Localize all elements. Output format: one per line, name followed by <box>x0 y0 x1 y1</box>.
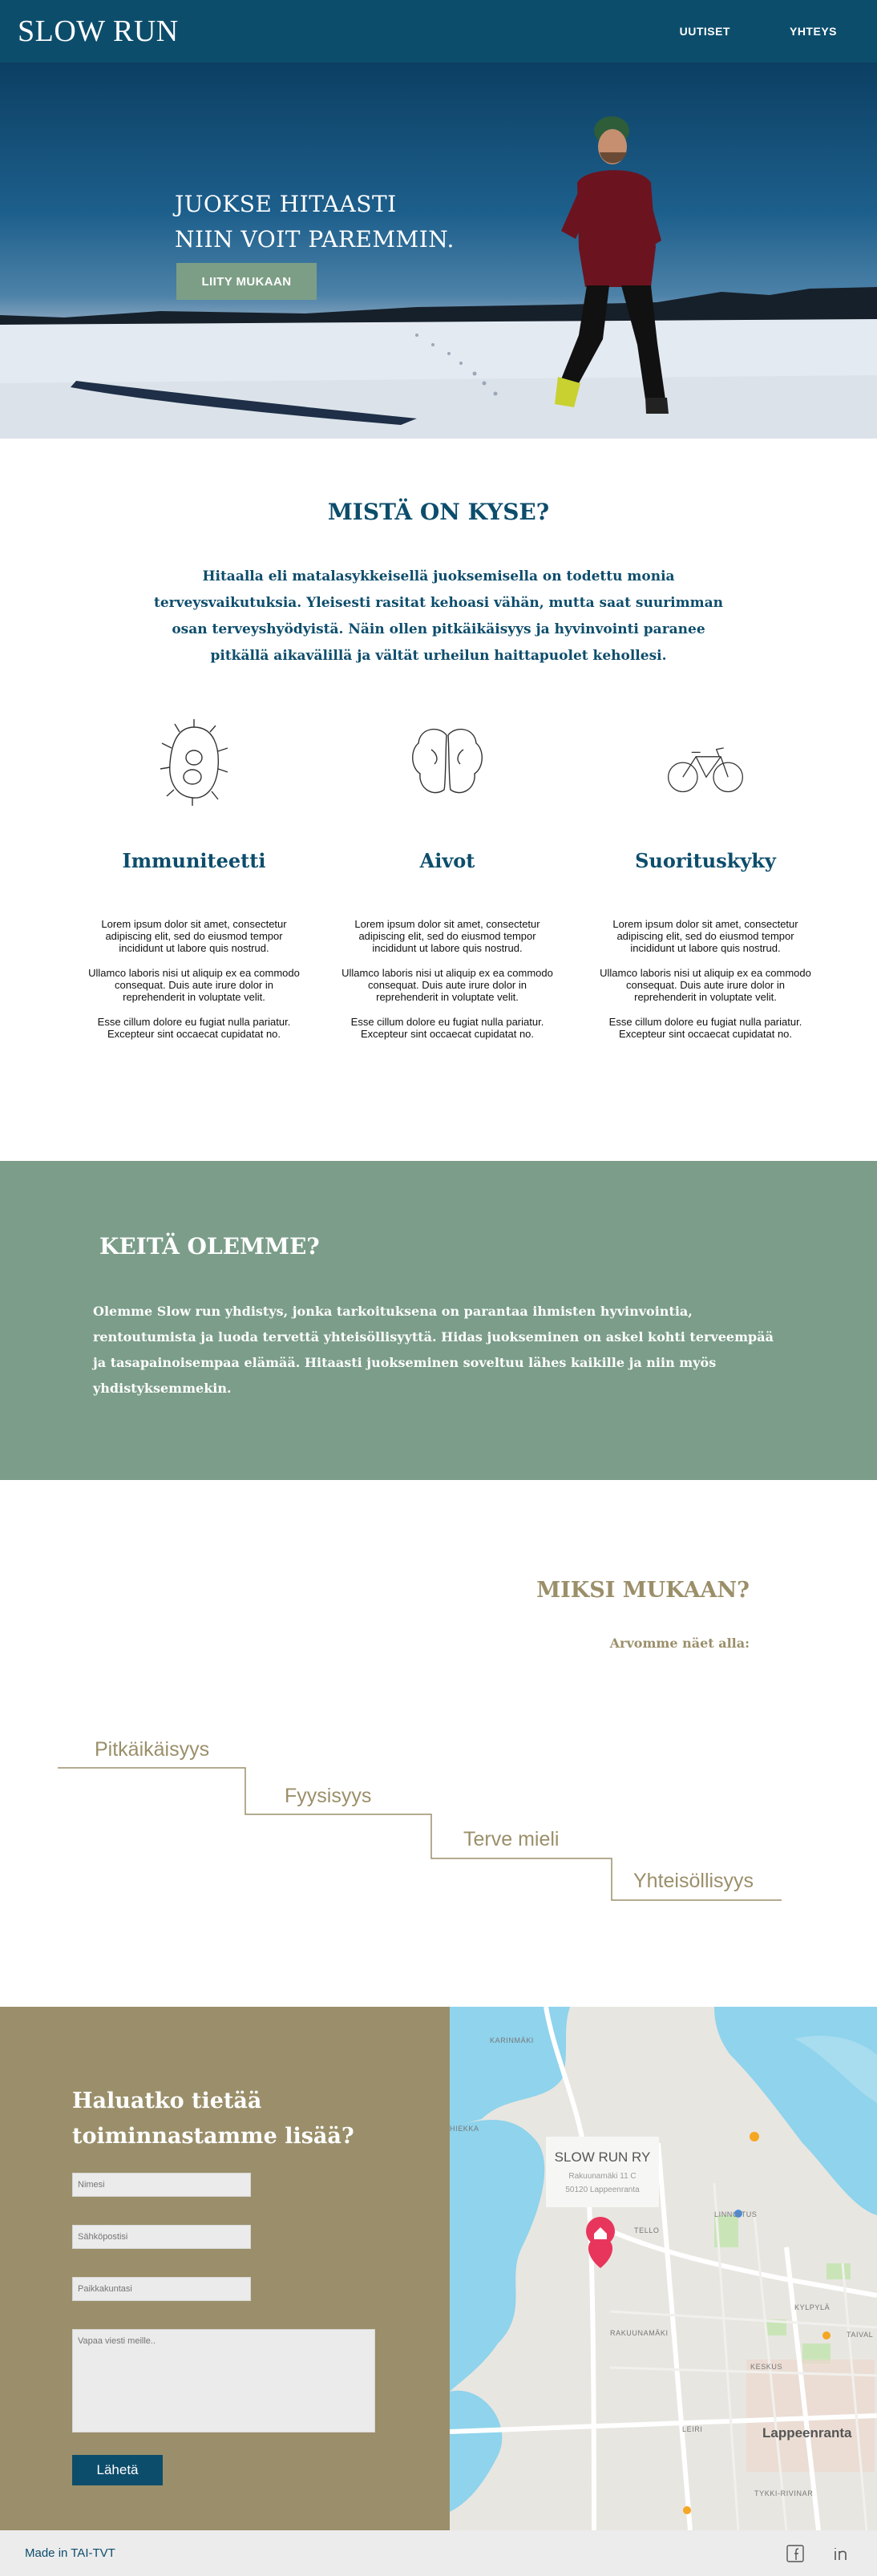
map-label: HIEKKA <box>450 2125 479 2133</box>
name-field[interactable] <box>72 2173 251 2197</box>
feature-paragraph: Esse cillum dolore eu fugiat nulla paria… <box>350 1016 544 1040</box>
join-button[interactable]: LIITY MUKAAN <box>176 263 317 300</box>
who-title: KEITÄ OLEMME? <box>99 1233 320 1260</box>
contact-title: Haluatko tietää toiminnastamme lisää? <box>72 2084 354 2154</box>
feature-title: Aivot <box>419 849 475 872</box>
linkedin-icon[interactable] <box>832 2544 851 2563</box>
email-field[interactable] <box>72 2225 251 2249</box>
bicycle-icon <box>668 747 743 793</box>
feature-paragraph: Lorem ipsum dolor sit amet, consectetur … <box>354 918 540 954</box>
contact-section: Haluatko tietää toiminnastamme lisää? <box>0 2007 450 2530</box>
logo[interactable]: SLOW RUN <box>18 14 179 49</box>
map-label: KYLPYLÄ <box>794 2303 830 2311</box>
feature-text: Lorem ipsum dolor sit amet, consectetur … <box>339 918 556 1053</box>
feature-paragraph: Ullamco laboris nisi ut aliquip ex ea co… <box>600 967 811 1003</box>
map-label: KESKUS <box>750 2363 782 2371</box>
contact-title-line1: Haluatko tietää <box>72 2089 262 2113</box>
why-subtitle: Arvomme näet alla: <box>609 1636 750 1651</box>
hero-title: JUOKSE HITAASTI NIIN VOIT PAREMMIN. <box>175 187 455 257</box>
place-address: Rakuunamäki 11 C <box>568 2172 637 2181</box>
submit-button[interactable]: Lähetä <box>72 2455 163 2485</box>
feature-paragraph: Ullamco laboris nisi ut aliquip ex ea co… <box>342 967 553 1003</box>
map-graphic: KARINMÄKI LINNOITUS RAKUUNAMÄKI KESKUS L… <box>450 2007 877 2530</box>
value-item: Terve mieli <box>463 1828 560 1850</box>
city-label: Lappeenranta <box>762 2425 852 2441</box>
facebook-icon[interactable] <box>786 2544 805 2563</box>
map-label: RAKUUNAMÄKI <box>610 2329 669 2337</box>
feature-title: Suorituskyky <box>635 849 776 872</box>
cell-icon <box>160 719 228 806</box>
place-name: SLOW RUN RY <box>554 2149 651 2165</box>
brain-icon <box>412 728 483 794</box>
map-label: TYKKI-RIVINAR <box>754 2489 813 2497</box>
hero-title-line1: JUOKSE HITAASTI <box>175 191 397 217</box>
main-nav: UUTISET YHTEYS <box>680 25 837 38</box>
site-header: SLOW RUN UUTISET YHTEYS <box>0 0 877 63</box>
map-label: LINNOITUS <box>714 2210 757 2218</box>
feature-paragraph: Lorem ipsum dolor sit amet, consectetur … <box>612 918 798 954</box>
map-label: TAIVAL <box>847 2331 873 2339</box>
value-item: Yhteisöllisyys <box>633 1870 754 1892</box>
feature-title: Immuniteetti <box>122 849 266 872</box>
why-title: MIKSI MUKAAN? <box>536 1578 750 1603</box>
map-label: LEIRI <box>682 2425 703 2433</box>
location-map[interactable]: KARINMÄKI LINNOITUS RAKUUNAMÄKI KESKUS L… <box>450 2007 877 2530</box>
feature-paragraph: Lorem ipsum dolor sit amet, consectetur … <box>101 918 287 954</box>
city-field[interactable] <box>72 2277 251 2301</box>
about-intro: Hitaalla eli matalasykkeisellä juoksemis… <box>154 568 723 664</box>
feature-paragraph: Esse cillum dolore eu fugiat nulla paria… <box>608 1016 802 1040</box>
who-text: Olemme Slow run yhdistys, jonka tarkoitu… <box>93 1304 774 1396</box>
value-item: Pitkäikäisyys <box>95 1738 210 1761</box>
message-field[interactable] <box>72 2329 375 2432</box>
hero-title-line2: NIIN VOIT PAREMMIN. <box>175 226 455 253</box>
feature-text: Lorem ipsum dolor sit amet, consectetur … <box>597 918 814 1053</box>
hero-banner: JUOKSE HITAASTI NIIN VOIT PAREMMIN. LIIT… <box>0 63 877 439</box>
map-label: KARINMÄKI <box>490 2036 534 2044</box>
feature-paragraph: Esse cillum dolore eu fugiat nulla paria… <box>97 1016 291 1040</box>
map-label: TELLO <box>634 2226 660 2234</box>
nav-uutiset[interactable]: UUTISET <box>680 25 730 38</box>
about-title: MISTÄ ON KYSE? <box>327 499 550 525</box>
location-card: SLOW RUN RY Rakuunamäki 11 C 50120 Lappe… <box>546 2137 659 2207</box>
footer-credit: Made in TAI-TVT <box>25 2546 115 2560</box>
value-item: Fyysisyys <box>285 1785 372 1807</box>
feature-paragraph: Ullamco laboris nisi ut aliquip ex ea co… <box>88 967 300 1003</box>
who-section: KEITÄ OLEMME? Olemme Slow run yhdistys, … <box>0 1161 877 1480</box>
site-footer: Made in TAI-TVT <box>0 2530 877 2576</box>
contact-title-line2: toiminnastamme lisää? <box>72 2124 354 2149</box>
place-postal: 50120 Lappeenranta <box>565 2186 640 2194</box>
feature-text: Lorem ipsum dolor sit amet, consectetur … <box>86 918 302 1053</box>
nav-yhteys[interactable]: YHTEYS <box>790 25 837 38</box>
